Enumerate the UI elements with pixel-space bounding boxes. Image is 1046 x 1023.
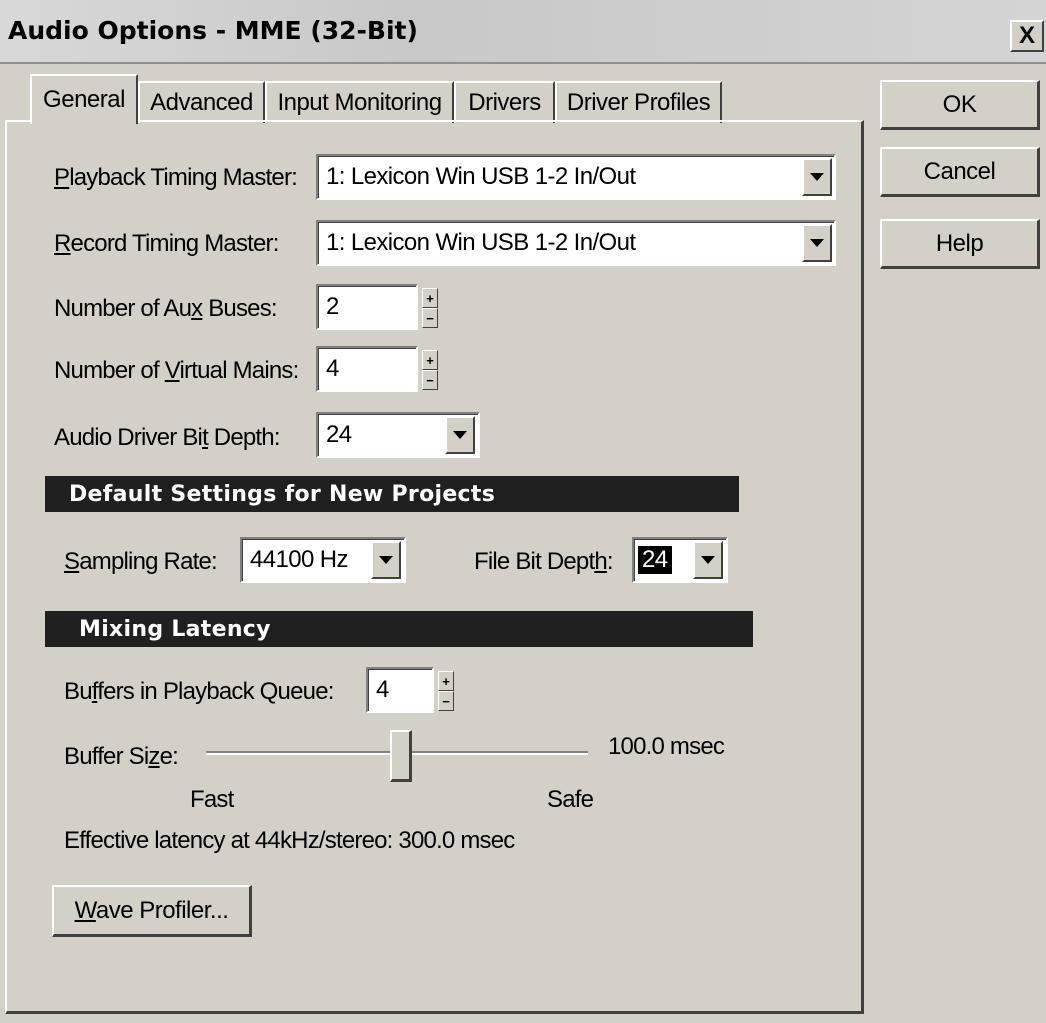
- buffers-input[interactable]: 4: [366, 667, 434, 713]
- virtual-mains-stepper[interactable]: + −: [422, 350, 438, 390]
- fast-label: Fast: [190, 786, 234, 813]
- sampling-rate-dropdown-button[interactable]: [371, 541, 401, 579]
- wave-profiler-button[interactable]: Wave Profiler...: [52, 885, 252, 937]
- aux-buses-label: Number of Aux Buses:: [54, 295, 278, 322]
- virtual-mains-input[interactable]: 4: [316, 346, 418, 392]
- title-bar[interactable]: Audio Options - MME (32-Bit) X: [0, 0, 1046, 64]
- tab-advanced[interactable]: Advanced: [138, 81, 265, 123]
- buffers-stepper[interactable]: + −: [438, 671, 454, 711]
- buffer-size-value: 100.0 msec: [608, 733, 725, 760]
- record-timing-master-select[interactable]: 1: Lexicon Win USB 1-2 In/Out: [316, 220, 836, 266]
- stepper-down-icon[interactable]: −: [422, 370, 438, 390]
- stepper-up-icon[interactable]: +: [438, 671, 454, 691]
- bit-depth-dropdown-button[interactable]: [445, 416, 475, 454]
- window-title: Audio Options - MME (32-Bit): [8, 16, 418, 45]
- tab-driver-profiles[interactable]: Driver Profiles: [555, 81, 722, 123]
- cancel-button[interactable]: Cancel: [880, 147, 1040, 197]
- close-icon: X: [1018, 22, 1035, 49]
- playback-timing-master-select[interactable]: 1: Lexicon Win USB 1-2 In/Out: [316, 154, 836, 200]
- stepper-down-icon[interactable]: −: [438, 691, 454, 711]
- ok-button[interactable]: OK: [880, 80, 1040, 130]
- virtual-mains-label: Number of Virtual Mains:: [54, 357, 299, 384]
- chevron-down-icon: [379, 556, 393, 564]
- mixing-latency-header: Mixing Latency: [45, 611, 753, 647]
- tab-general[interactable]: General: [30, 74, 138, 124]
- chevron-down-icon: [810, 173, 824, 181]
- buffers-label: Buffers in Playback Queue:: [64, 678, 334, 705]
- chevron-down-icon: [701, 556, 715, 564]
- record-master-dropdown-button[interactable]: [802, 224, 832, 262]
- playback-timing-master-label: Playback Timing Master:: [54, 164, 298, 191]
- bit-depth-label: Audio Driver Bit Depth:: [54, 424, 281, 451]
- tab-input-monitoring[interactable]: Input Monitoring: [265, 81, 454, 123]
- file-bit-depth-label: File Bit Depth:: [474, 548, 614, 575]
- sampling-rate-label: Sampling Rate:: [64, 548, 218, 575]
- chevron-down-icon: [453, 431, 467, 439]
- effective-latency-text: Effective latency at 44kHz/stereo: 300.0…: [64, 827, 515, 854]
- stepper-up-icon[interactable]: +: [422, 350, 438, 370]
- buffer-size-label: Buffer Size:: [64, 743, 179, 770]
- record-timing-master-label: Record Timing Master:: [54, 230, 279, 257]
- chevron-down-icon: [810, 239, 824, 247]
- buffer-size-slider-thumb[interactable]: [389, 730, 412, 782]
- aux-buses-stepper[interactable]: + −: [422, 288, 438, 328]
- close-button[interactable]: X: [1010, 20, 1044, 52]
- default-settings-header: Default Settings for New Projects: [45, 476, 739, 512]
- aux-buses-input[interactable]: 2: [316, 284, 418, 330]
- file-bit-depth-dropdown-button[interactable]: [693, 541, 723, 579]
- stepper-up-icon[interactable]: +: [422, 288, 438, 308]
- stepper-down-icon[interactable]: −: [422, 308, 438, 328]
- tab-drivers[interactable]: Drivers: [454, 81, 555, 123]
- playback-master-dropdown-button[interactable]: [802, 158, 832, 196]
- safe-label: Safe: [547, 786, 594, 813]
- help-button[interactable]: Help: [880, 219, 1040, 269]
